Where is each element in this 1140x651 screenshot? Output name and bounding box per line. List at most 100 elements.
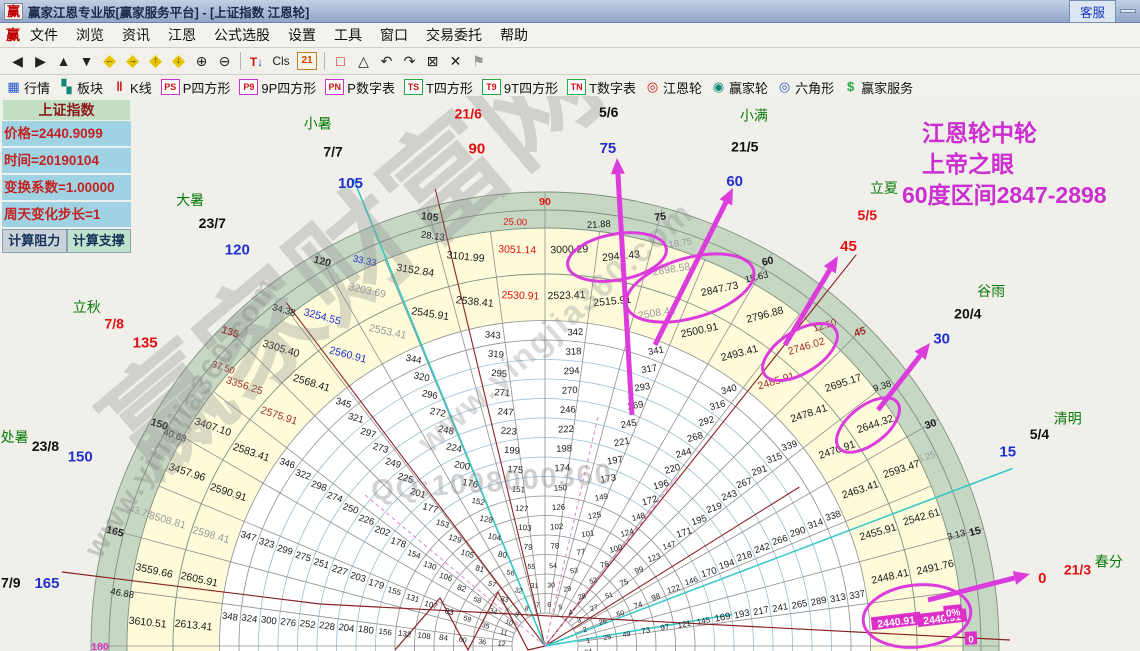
t-table-button[interactable]: TN T数字表 — [567, 78, 636, 97]
rotate-ccw-icon[interactable]: ↶ — [375, 51, 398, 71]
factor-label: 21.88 — [587, 219, 611, 231]
wheel-number: 252 — [299, 618, 316, 631]
calc-resistance-button[interactable]: 计算阻力 — [2, 229, 67, 253]
rim-degree-label: 165 — [34, 575, 59, 592]
rim-solar-term-label: 小暑 — [304, 115, 332, 131]
app-logo-icon: 赢 — [4, 2, 24, 20]
svg-text:180: 180 — [91, 641, 109, 651]
svg-text:53: 53 — [570, 567, 579, 575]
svg-text:222: 222 — [558, 424, 574, 436]
calendar-icon[interactable]: 21 — [297, 52, 317, 70]
rim-solar-term-label: 谷雨 — [977, 283, 1005, 299]
wheel-number: 223 — [500, 426, 517, 438]
indicator-panel: 上证指数 价格=2440.9099 时间=20190104 变换系数=1.00000… — [2, 99, 131, 253]
flag-icon[interactable]: ⚑ — [467, 51, 490, 71]
svg-text:31: 31 — [530, 583, 538, 591]
t-square-button[interactable]: TS T四方形 — [403, 78, 473, 97]
rim-degree-label: 60 — [726, 173, 743, 190]
9p-square-icon: P9 — [239, 79, 259, 95]
rotate-cw-icon[interactable]: ↷ — [398, 51, 421, 71]
p-square-button[interactable]: PS P四方形 — [160, 78, 230, 97]
menu-item-7[interactable]: 窗口 — [380, 27, 408, 43]
toolbar-label: K线 — [130, 80, 152, 96]
rim-date-label: 21/3 — [1064, 561, 1091, 577]
menu-item-5[interactable]: 设置 — [288, 27, 316, 43]
menu-item-4[interactable]: 公式选股 — [214, 27, 270, 43]
rim-date-label: 21/6 — [455, 106, 482, 122]
pan-up-icon[interactable]: ◆ ↑ — [144, 51, 167, 71]
menu-item-8[interactable]: 交易委托 — [426, 27, 482, 43]
rim-degree-label: 30 — [933, 330, 950, 347]
title-bar: 赢 赢家江恩专业版[赢家服务平台] - [上证指数 江恩轮] 客服 — [0, 0, 1140, 23]
back-icon[interactable]: ◀ — [6, 51, 29, 71]
kline-button[interactable]: ‖ K线 — [112, 78, 152, 97]
gann-wheel-button[interactable]: ◎ 江恩轮 — [645, 78, 702, 97]
9p-square-button[interactable]: P9 9P四方形 — [239, 78, 316, 97]
toolbar-label: T四方形 — [425, 80, 473, 96]
svg-text:21.88: 21.88 — [587, 219, 611, 231]
wheel-number: 199 — [504, 445, 521, 457]
rim-solar-term-label: 立夏 — [870, 180, 898, 196]
forward-icon[interactable]: ▶ — [29, 51, 52, 71]
xbox-tool-icon[interactable]: ⊠ — [421, 51, 444, 71]
pan-right-icon[interactable]: ◆ → — [121, 51, 144, 71]
rim-degree-label: 120 — [225, 241, 250, 258]
cls-button[interactable]: Cls — [268, 51, 294, 71]
winner-service-button[interactable]: $ 赢家服务 — [843, 78, 913, 97]
zoom-out-icon[interactable]: ⊖ — [213, 51, 236, 71]
toolbar-label: 9T四方形 — [503, 80, 559, 96]
rect-tool-icon[interactable]: □ — [329, 51, 352, 71]
svg-text:0: 0 — [968, 634, 974, 645]
sector-button[interactable]: ▚ 板块 — [59, 78, 104, 97]
rim-solar-term-label: 清明 — [1054, 411, 1082, 427]
svg-text:276: 276 — [280, 616, 297, 629]
svg-text:54: 54 — [549, 563, 557, 570]
menu-item-3[interactable]: 江恩 — [168, 27, 196, 43]
menu-item-2[interactable]: 资讯 — [122, 27, 150, 43]
pan-down-icon[interactable]: ◆ ↓ — [167, 51, 190, 71]
9t-square-button[interactable]: T9 9T四方形 — [481, 78, 559, 97]
step-row: 周天变化步长=1 — [2, 202, 131, 229]
truncated-button[interactable] — [1120, 9, 1136, 13]
calc-support-button[interactable]: 计算支撑 — [66, 229, 131, 253]
menu-item-6[interactable]: 工具 — [334, 27, 362, 43]
rim-date-label: 20/4 — [954, 305, 981, 321]
updown-icon[interactable]: T↓ — [245, 51, 268, 71]
svg-text:6: 6 — [547, 602, 551, 609]
wheel-number: 12 — [497, 640, 506, 648]
wheel-number: 79 — [523, 542, 533, 552]
svg-text:36: 36 — [478, 638, 487, 646]
p-table-button[interactable]: PN P数字表 — [325, 78, 395, 97]
pan-left-icon[interactable]: ◆ ← — [98, 51, 121, 71]
winner-wheel-button[interactable]: ◉ 赢家轮 — [711, 78, 768, 97]
price-row: 价格=2440.9099 — [2, 121, 131, 148]
zoom-in-icon[interactable]: ⊕ — [190, 51, 213, 71]
svg-text:60: 60 — [458, 637, 467, 645]
wheel-number: 343 — [484, 329, 501, 341]
svg-text:0%: 0% — [945, 607, 961, 619]
quote-icon: ▦ — [7, 79, 20, 94]
svg-text:127: 127 — [515, 504, 530, 514]
wheel-number: 180 — [357, 624, 374, 637]
factor-row: 变换系数=1.00000 — [2, 175, 131, 202]
svg-text:7: 7 — [535, 602, 540, 609]
menu-item-9[interactable]: 帮助 — [500, 27, 528, 43]
down-icon[interactable]: ▼ — [75, 51, 98, 71]
wheel-number: 29 — [563, 586, 572, 594]
svg-text:294: 294 — [563, 366, 579, 378]
menu-item-1[interactable]: 浏览 — [76, 27, 104, 43]
hexagon-icon: ◎ — [778, 79, 791, 94]
up-icon[interactable]: ▲ — [52, 51, 75, 71]
wheel-number: 276 — [280, 616, 297, 629]
svg-text:199: 199 — [504, 445, 521, 457]
wheel-number: 270 — [562, 385, 578, 397]
window-title: 赢家江恩专业版[赢家服务平台] - [上证指数 江恩轮] — [28, 5, 310, 20]
menu-item-0[interactable]: 文件 — [30, 27, 58, 43]
triangle-tool-icon[interactable]: △ — [352, 51, 375, 71]
wheel-number: 126 — [552, 503, 566, 513]
customer-service-button[interactable]: 客服 — [1068, 0, 1116, 23]
quote-button[interactable]: ▦ 行情 — [6, 78, 50, 97]
svg-text:29: 29 — [563, 586, 572, 594]
hexagon-button[interactable]: ◎ 六角形 — [777, 78, 834, 97]
shrink-tool-icon[interactable]: ✕ — [444, 51, 467, 71]
